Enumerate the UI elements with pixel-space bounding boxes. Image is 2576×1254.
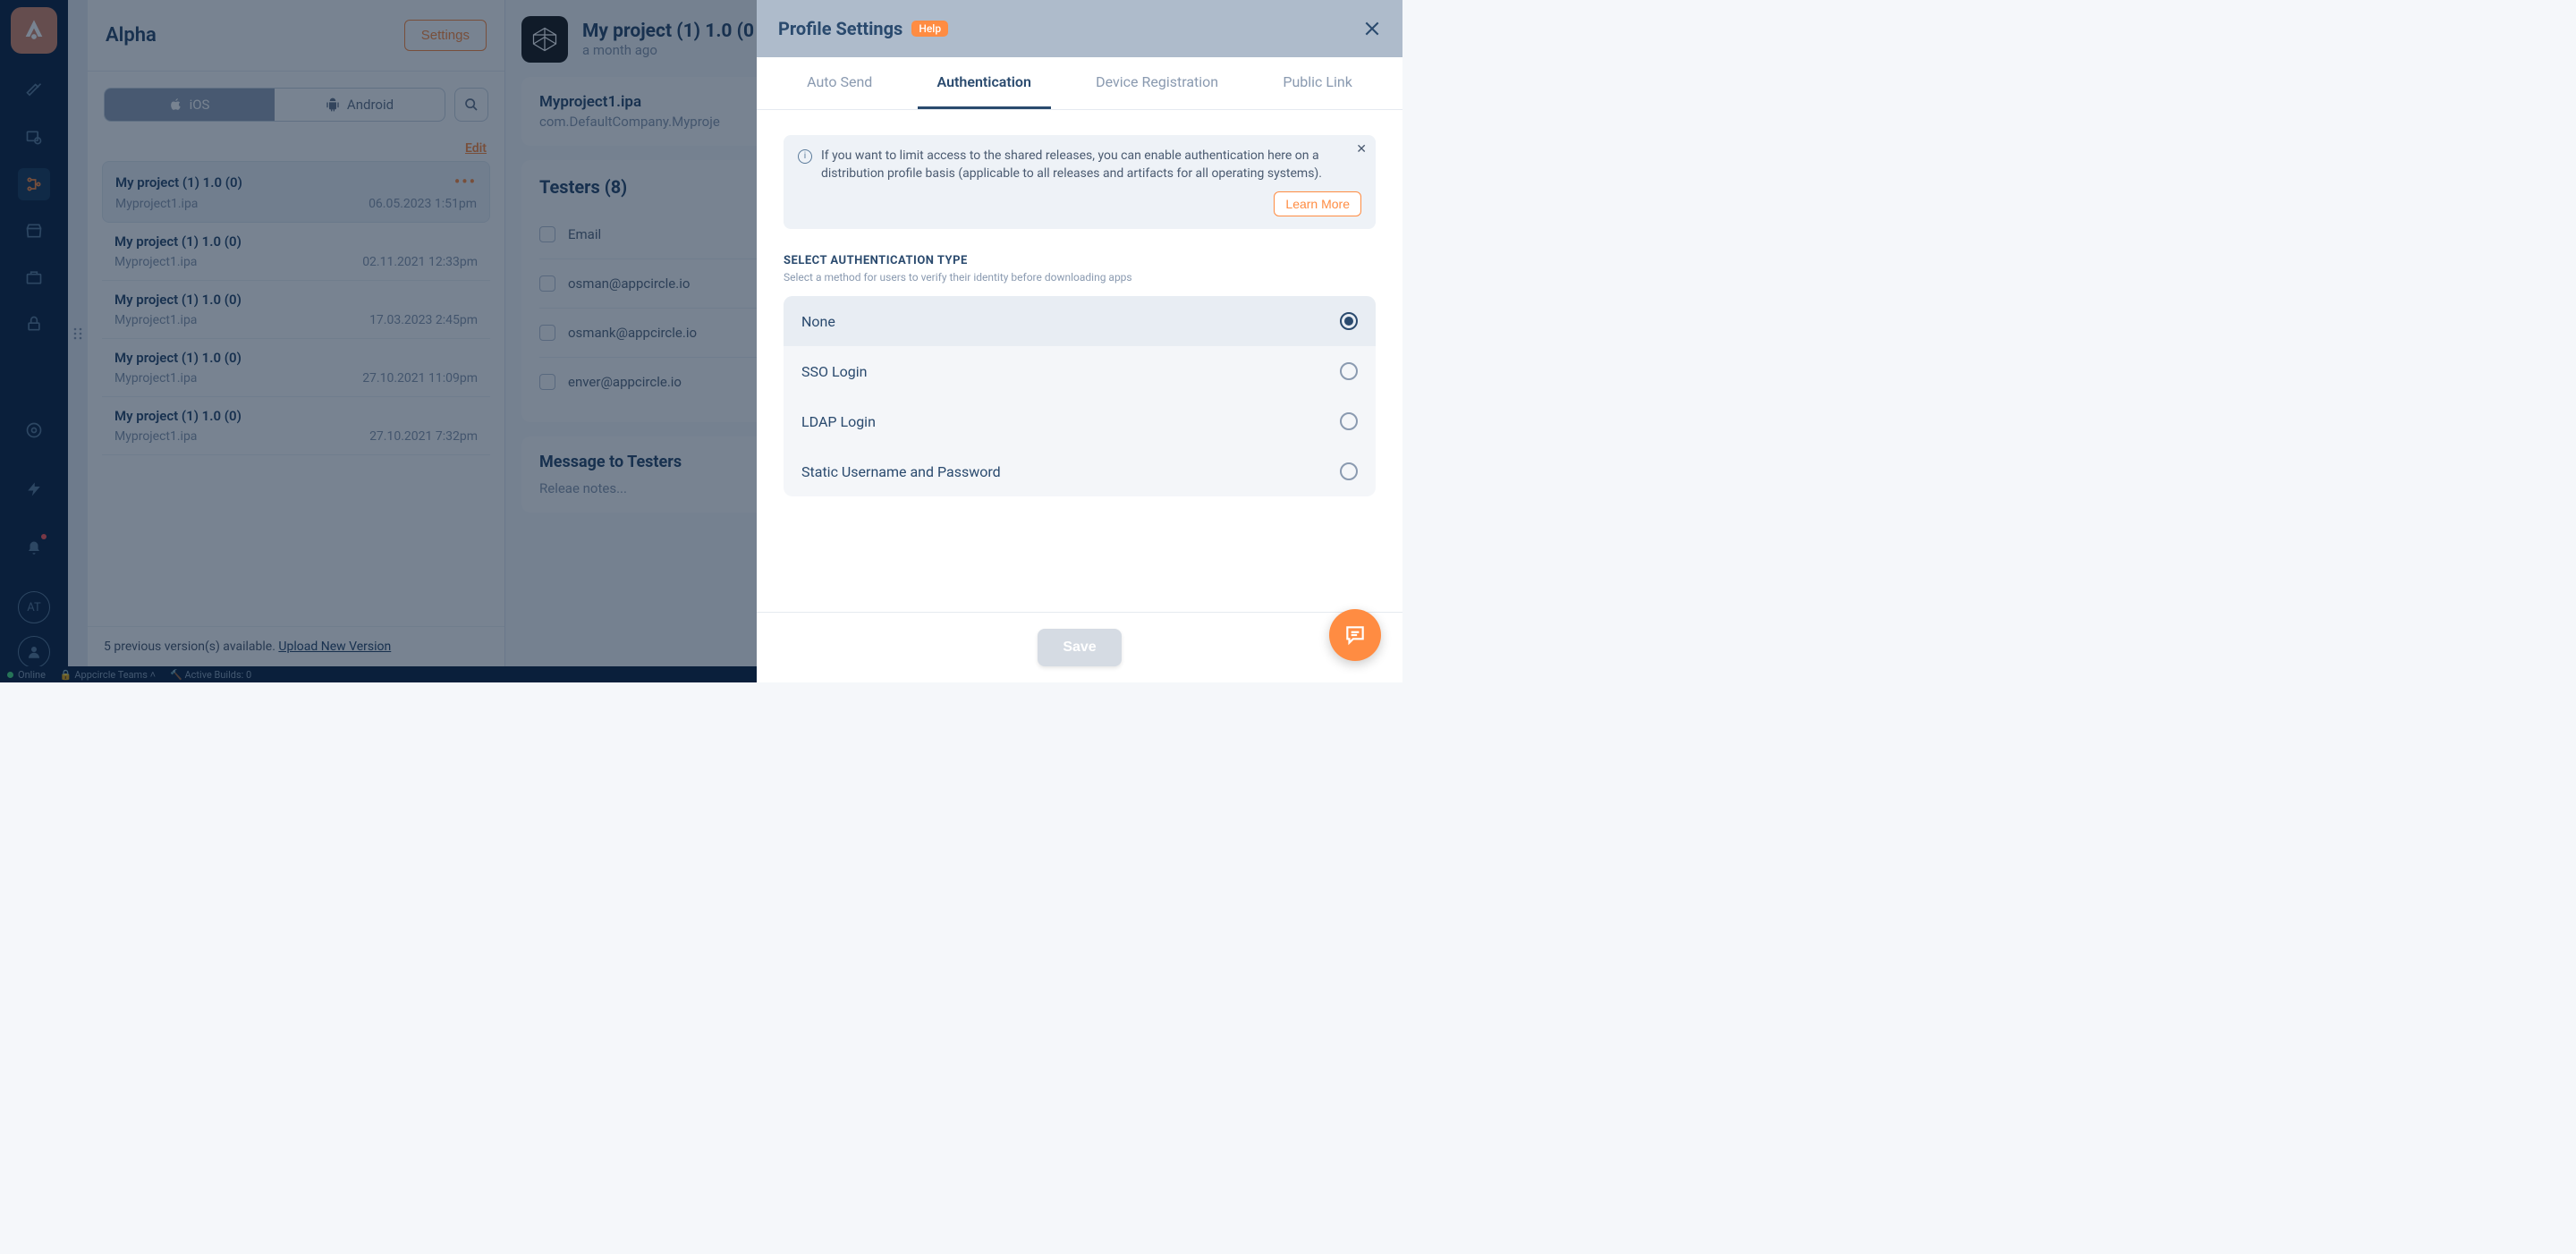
auth-option[interactable]: LDAP Login (784, 396, 1376, 446)
panel-title: Profile Settings Help (778, 18, 948, 39)
info-icon: i (798, 149, 812, 164)
help-badge[interactable]: Help (911, 21, 948, 37)
panel-tabs: Auto Send Authentication Device Registrati… (757, 57, 1402, 110)
info-text: If you want to limit access to the share… (821, 148, 1361, 182)
tab-auto-send[interactable]: Auto Send (787, 57, 892, 109)
auth-option[interactable]: None (784, 296, 1376, 346)
panel-header: Profile Settings Help (757, 0, 1402, 57)
close-button[interactable] (1363, 20, 1381, 38)
auth-radio-group: NoneSSO LoginLDAP LoginStatic Username a… (784, 296, 1376, 496)
radio-icon (1340, 412, 1358, 430)
tab-authentication[interactable]: Authentication (918, 57, 1051, 109)
learn-more-button[interactable]: Learn More (1274, 191, 1361, 216)
auth-option[interactable]: Static Username and Password (784, 446, 1376, 496)
auth-section-sub: Select a method for users to verify thei… (784, 271, 1376, 284)
radio-icon (1340, 362, 1358, 380)
info-box: i If you want to limit access to the sha… (784, 135, 1376, 229)
radio-icon (1340, 462, 1358, 480)
panel-body: i If you want to limit access to the sha… (757, 110, 1402, 612)
info-close-button[interactable]: ✕ (1356, 142, 1367, 157)
auth-option[interactable]: SSO Login (784, 346, 1376, 396)
panel-footer: Save (757, 612, 1402, 682)
chat-fab[interactable] (1329, 609, 1381, 661)
tab-public-link[interactable]: Public Link (1263, 57, 1371, 109)
save-button[interactable]: Save (1038, 629, 1121, 666)
auth-section-label: SELECT AUTHENTICATION TYPE (784, 254, 1376, 267)
radio-icon (1340, 312, 1358, 330)
profile-settings-panel: Profile Settings Help Auto Send Authentic… (757, 0, 1402, 682)
tab-device-registration[interactable]: Device Registration (1076, 57, 1238, 109)
